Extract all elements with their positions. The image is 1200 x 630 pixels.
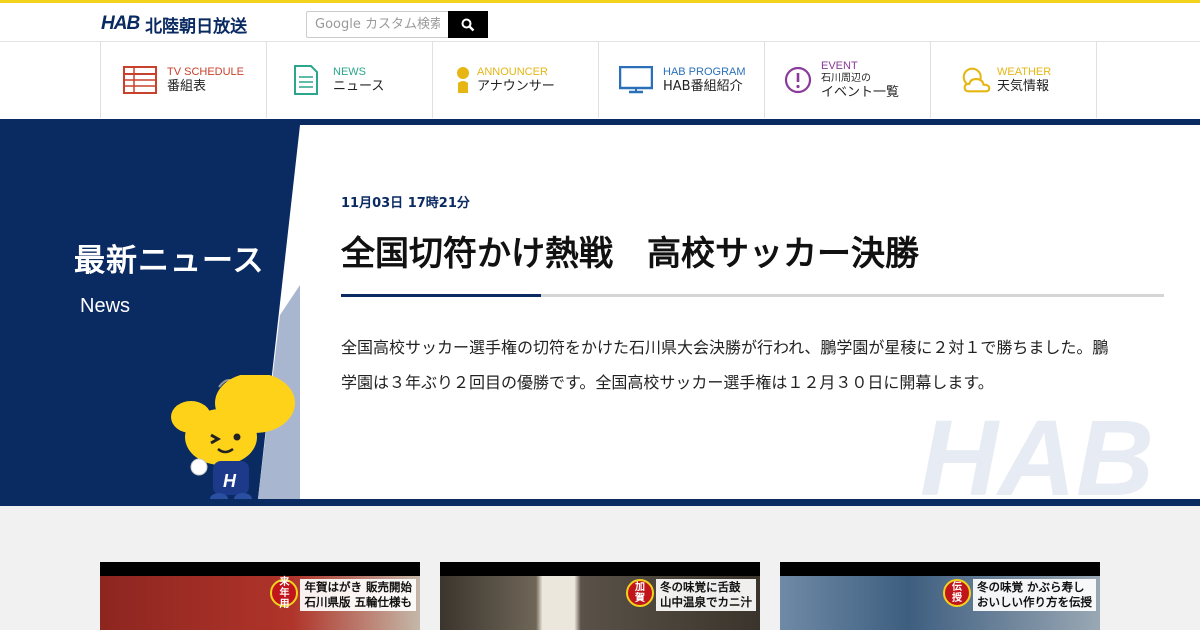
card-caption-line: 石川県版 五輪仕様も bbox=[304, 595, 412, 609]
title-divider-accent bbox=[341, 294, 541, 297]
nav-item-event[interactable]: EVENT 石川周辺の イベント一覧 bbox=[765, 42, 931, 118]
nav-en-label: ANNOUNCER bbox=[477, 65, 548, 78]
nav-en-label: NEWS bbox=[333, 65, 366, 78]
nav-ja-label: 天気情報 bbox=[997, 78, 1050, 94]
logo-mark: HAB bbox=[101, 13, 140, 34]
card-badge: 来 年 用 bbox=[270, 576, 299, 610]
news-icon bbox=[289, 64, 323, 96]
hero-bottom-bar bbox=[0, 499, 1200, 506]
card-caption-line: おいしい作り方を伝授 bbox=[977, 595, 1092, 609]
svg-text:H: H bbox=[223, 471, 237, 491]
card-badge: 伝 授 bbox=[943, 579, 971, 607]
nav-ja-label: ニュース bbox=[333, 78, 385, 94]
news-card-list: 来 年 用 年賀はがき 販売開始 石川県版 五輪仕様も 加 賀 冬の味覚に舌鼓 … bbox=[100, 562, 1100, 630]
nav-ja-label: イベント一覧 bbox=[821, 84, 900, 100]
card-caption-line: 冬の味覚 かぶら寿し bbox=[977, 580, 1085, 594]
mascot-image: H bbox=[171, 375, 295, 499]
news-card[interactable]: 加 賀 冬の味覚に舌鼓 山中温泉でカニ汁 bbox=[440, 562, 760, 630]
weather-icon bbox=[959, 64, 993, 96]
card-badge: 加 賀 bbox=[626, 579, 654, 607]
card-caption-line: 年賀はがき 販売開始 bbox=[304, 580, 412, 594]
monitor-icon bbox=[619, 64, 653, 96]
nav-item-hab-program[interactable]: HAB PROGRAM HAB番組紹介 bbox=[599, 42, 765, 118]
main-nav: TV SCHEDULE 番組表 NEWS ニュース ANNOUNCER アナウン… bbox=[0, 41, 1200, 119]
nav-ja-label: 番組表 bbox=[167, 78, 207, 94]
search-input[interactable] bbox=[306, 11, 448, 38]
nav-en-label: TV SCHEDULE bbox=[167, 65, 245, 78]
article-title: 全国切符かけ熱戦 高校サッカー決勝 bbox=[341, 234, 919, 274]
watermark-text: HAB bbox=[920, 415, 1154, 499]
nav-en-label: HAB PROGRAM bbox=[663, 65, 746, 78]
card-caption-line: 山中温泉でカニ汁 bbox=[660, 595, 752, 609]
nav-ja-label: アナウンサー bbox=[477, 78, 555, 94]
card-caption-line: 冬の味覚に舌鼓 bbox=[660, 580, 741, 594]
nav-ja-sub-label: 石川周辺の bbox=[821, 72, 871, 84]
badge-char: 授 bbox=[952, 593, 962, 604]
badge-char: 年 bbox=[279, 587, 290, 599]
event-icon bbox=[781, 64, 815, 96]
hab-watermark: HAB bbox=[920, 415, 1154, 499]
search-icon bbox=[461, 18, 475, 31]
search-box bbox=[306, 11, 488, 38]
hero-section: 最新ニュース News H 11月03日 17時21分 全国切符かけ熱戦 高校サ… bbox=[0, 125, 1200, 499]
tv-schedule-icon bbox=[123, 64, 157, 96]
badge-char: 加 bbox=[635, 582, 645, 593]
nav-ja-label: HAB番組紹介 bbox=[663, 78, 743, 94]
nav-en-label: WEATHER bbox=[997, 65, 1052, 78]
badge-char: 来 bbox=[279, 576, 290, 588]
article-body: 全国高校サッカー選手権の切符をかけた石川県大会決勝が行われ、鵬学園が星稜に２対１… bbox=[341, 338, 1109, 392]
badge-char: 用 bbox=[279, 598, 290, 610]
search-button[interactable] bbox=[448, 11, 488, 38]
nav-item-announcer[interactable]: ANNOUNCER アナウンサー bbox=[433, 42, 599, 118]
nav-item-weather[interactable]: WEATHER 天気情報 bbox=[931, 42, 1097, 118]
nav-en-label: EVENT bbox=[821, 59, 858, 72]
announcer-icon bbox=[455, 64, 471, 96]
section-subtitle: News bbox=[80, 295, 131, 317]
logo-text: 北陸朝日放送 bbox=[145, 16, 248, 37]
news-card[interactable]: 伝 授 冬の味覚 かぶら寿し おいしい作り方を伝授 bbox=[780, 562, 1100, 630]
news-card[interactable]: 来 年 用 年賀はがき 販売開始 石川県版 五輪仕様も bbox=[100, 562, 420, 630]
badge-char: 伝 bbox=[952, 582, 962, 593]
nav-item-tv-schedule[interactable]: TV SCHEDULE 番組表 bbox=[101, 42, 267, 118]
site-logo[interactable]: HAB 北陸朝日放送 bbox=[101, 12, 248, 37]
article-date: 11月03日 17時21分 bbox=[341, 196, 470, 211]
badge-char: 賀 bbox=[635, 593, 645, 604]
nav-item-news[interactable]: NEWS ニュース bbox=[267, 42, 433, 118]
site-header: HAB 北陸朝日放送 bbox=[0, 0, 1200, 41]
section-title: 最新ニュース bbox=[74, 243, 265, 279]
